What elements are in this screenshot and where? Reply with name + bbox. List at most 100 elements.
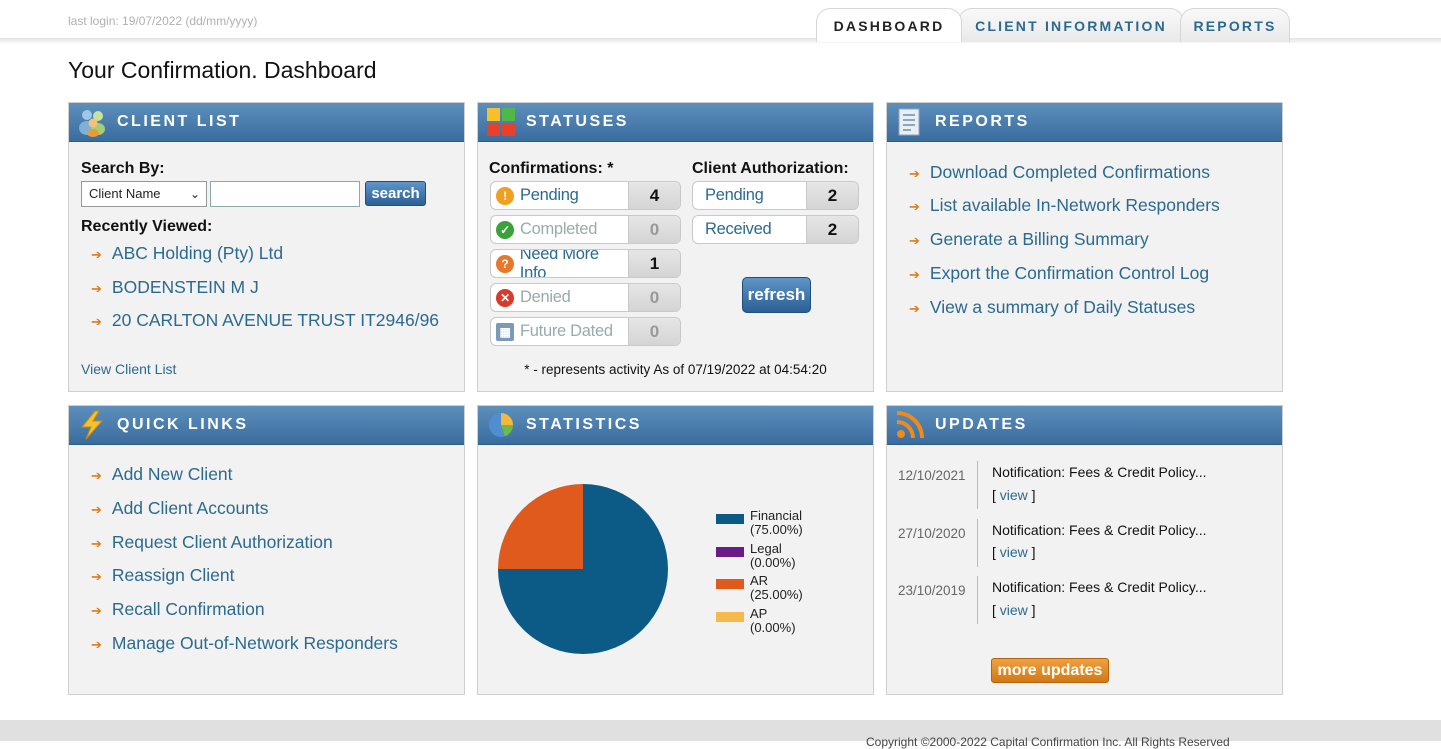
search-by-select[interactable]: Client Name ⌄ [81, 181, 207, 207]
legend-label-financial: Financial (75.00%) [750, 509, 803, 537]
recent-client-label: ABC Holding (Pty) Ltd [111, 243, 284, 263]
report-link-billing-summary[interactable]: ➔ Generate a Billing Summary [909, 229, 1149, 250]
report-link-in-network[interactable]: ➔ List available In-Network Responders [909, 195, 1220, 216]
recent-client-link[interactable]: ➔ BODENSTEIN M J [91, 277, 259, 298]
status-need-more-info-name: ? Need More Info [491, 250, 628, 277]
recent-client-link[interactable]: ➔ 20 CARLTON AVENUE TRUST IT2946/96 [91, 310, 439, 331]
client-authorization-label: Client Authorization: [692, 160, 849, 177]
bracket-close: ] [1027, 487, 1036, 503]
status-future-dated[interactable]: ▦ Future Dated 0 [490, 317, 681, 346]
arrow-right-icon: ➔ [909, 301, 920, 316]
status-label: Future Dated [520, 322, 613, 340]
arrow-right-icon: ➔ [91, 637, 102, 652]
calendar-icon: ▦ [496, 322, 514, 341]
status-label: Pending [520, 186, 579, 204]
activity-note: * - represents activity As of 07/19/2022… [524, 362, 827, 377]
quick-link-recall-confirmation[interactable]: ➔ Recall Confirmation [91, 599, 265, 620]
quick-link-label: Add New Client [111, 464, 233, 484]
reports-header: REPORTS [887, 103, 1282, 142]
status-count: 4 [628, 182, 680, 209]
client-search-input[interactable] [210, 181, 360, 207]
tab-reports[interactable]: REPORTS [1180, 8, 1290, 42]
statistics-panel: STATISTICS Financial (75.00%) Legal (0.00%)… [477, 405, 874, 695]
report-link-control-log[interactable]: ➔ Export the Confirmation Control Log [909, 263, 1209, 284]
status-label: Need More Info [519, 249, 599, 278]
status-count: 0 [628, 216, 680, 243]
updates-title: UPDATES [935, 416, 1028, 433]
update-view-link[interactable]: view [1000, 544, 1028, 560]
update-divider [977, 461, 978, 509]
status-count: 1 [628, 250, 680, 277]
report-link-label: Generate a Billing Summary [929, 229, 1149, 249]
updates-header: UPDATES [887, 406, 1282, 445]
update-view-link[interactable]: view [1000, 487, 1028, 503]
legend-percent: (75.00%) [750, 522, 803, 537]
people-icon [77, 107, 107, 137]
auth-received-name: Received [693, 216, 806, 243]
view-client-list-link[interactable]: View Client List [81, 361, 176, 377]
reports-title: REPORTS [935, 113, 1030, 130]
quick-link-reassign-client[interactable]: ➔ Reassign Client [91, 565, 234, 586]
statistics-title: STATISTICS [526, 416, 642, 433]
search-by-label: Search By: [81, 160, 165, 177]
client-list-panel: CLIENT LIST Search By: Client Name ⌄ sea… [68, 102, 465, 392]
document-icon [895, 107, 925, 137]
recent-client-link[interactable]: ➔ ABC Holding (Pty) Ltd [91, 243, 283, 264]
arrow-right-icon: ➔ [91, 603, 102, 618]
update-date: 23/10/2019 [898, 583, 966, 598]
footer-copyright: Copyright ©2000-2022 Capital Confirmatio… [866, 735, 1230, 749]
quick-link-add-client-accounts[interactable]: ➔ Add Client Accounts [91, 498, 269, 519]
arrow-right-icon: ➔ [91, 468, 102, 483]
authorization-count: 2 [806, 216, 858, 243]
search-by-select-value: Client Name [89, 186, 161, 201]
report-link-download-completed[interactable]: ➔ Download Completed Confirmations [909, 162, 1210, 183]
refresh-button[interactable]: refresh [742, 277, 811, 313]
authorization-pending[interactable]: Pending 2 [692, 181, 859, 210]
status-completed[interactable]: ✓ Completed 0 [490, 215, 681, 244]
authorization-label: Pending [705, 186, 764, 204]
client-list-header: CLIENT LIST [69, 103, 464, 142]
bracket-close: ] [1027, 544, 1036, 560]
pie-slice-ar [498, 484, 583, 569]
update-view-link[interactable]: view [1000, 602, 1028, 618]
legend-swatch-financial [716, 514, 744, 524]
arrow-right-icon: ➔ [91, 569, 102, 584]
tab-client-information[interactable]: CLIENT INFORMATION [958, 8, 1184, 42]
status-pending-name: ! Pending [491, 182, 628, 209]
legend-swatch-ap [716, 611, 744, 622]
arrow-right-icon: ➔ [91, 536, 102, 551]
status-denied-name: ✕ Denied [491, 284, 628, 311]
quick-link-request-authorization[interactable]: ➔ Request Client Authorization [91, 532, 333, 553]
update-title: Notification: Fees & Credit Policy... [992, 522, 1207, 538]
confirmations-label: Confirmations: * [489, 160, 614, 177]
legend-category: Legal [750, 540, 782, 556]
status-need-more-info[interactable]: ? Need More Info 1 [490, 249, 681, 278]
report-link-daily-statuses[interactable]: ➔ View a summary of Daily Statuses [909, 297, 1195, 318]
status-count: 0 [628, 284, 680, 311]
authorization-count: 2 [806, 182, 858, 209]
quick-link-manage-responders[interactable]: ➔ Manage Out-of-Network Responders [91, 633, 398, 654]
statistics-pie-chart [498, 484, 668, 654]
update-title: Notification: Fees & Credit Policy... [992, 464, 1207, 480]
report-link-label: View a summary of Daily Statuses [929, 297, 1196, 317]
update-title: Notification: Fees & Credit Policy... [992, 579, 1207, 595]
arrow-right-icon: ➔ [909, 267, 920, 282]
more-updates-button[interactable]: more updates [991, 658, 1109, 683]
status-pending[interactable]: ! Pending 4 [490, 181, 681, 210]
quick-link-label: Add Client Accounts [111, 498, 269, 518]
tab-dashboard[interactable]: DASHBOARD [816, 8, 962, 42]
bracket-open: [ [992, 487, 1000, 503]
status-future-dated-name: ▦ Future Dated [491, 318, 628, 345]
authorization-received[interactable]: Received 2 [692, 215, 859, 244]
legend-category: AR [750, 573, 769, 588]
quick-link-label: Request Client Authorization [111, 532, 333, 552]
legend-percent: (0.00%) [750, 619, 796, 635]
exclamation-icon: ! [496, 186, 514, 205]
bracket-open: [ [992, 602, 1000, 618]
status-denied[interactable]: ✕ Denied 0 [490, 283, 681, 312]
search-button[interactable]: search [365, 181, 426, 206]
question-icon: ? [496, 254, 514, 273]
quick-link-add-new-client[interactable]: ➔ Add New Client [91, 464, 233, 485]
arrow-right-icon: ➔ [91, 247, 102, 262]
auth-pending-name: Pending [693, 182, 806, 209]
